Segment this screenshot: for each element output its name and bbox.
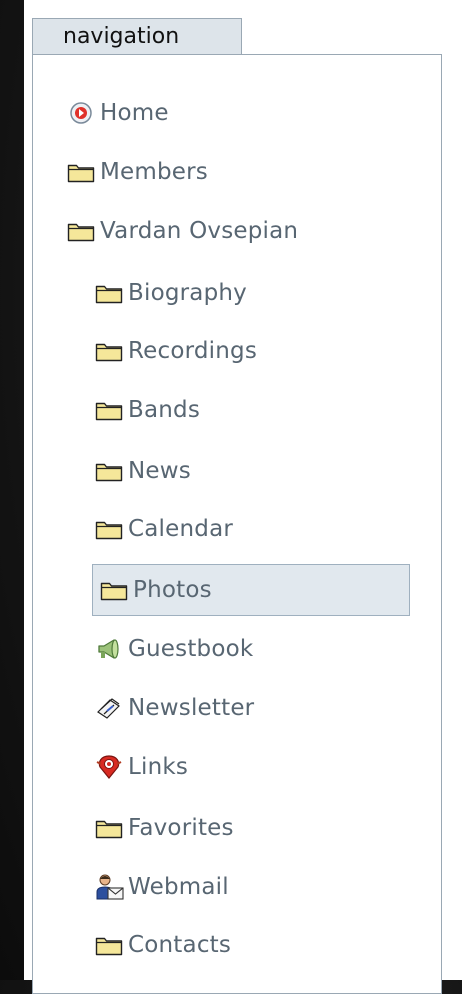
nav-item-label: Vardan Ovsepian xyxy=(100,218,299,244)
nav-item-label: News xyxy=(128,458,191,484)
folder-icon xyxy=(94,338,124,364)
nav-item-label: Newsletter xyxy=(128,695,255,721)
folder-icon xyxy=(99,577,129,603)
nav-item-label: Bands xyxy=(128,397,201,423)
nav-item-label: Photos xyxy=(133,577,212,603)
nav-item-favorites[interactable]: Favorites xyxy=(94,811,234,845)
nav-item-label: Calendar xyxy=(128,516,234,542)
nav-item-biography[interactable]: Biography xyxy=(94,276,247,310)
webmail-icon xyxy=(94,874,124,900)
nav-item-label: Guestbook xyxy=(128,636,254,662)
nav-item-webmail[interactable]: Webmail xyxy=(94,870,229,904)
nav-item-contacts[interactable]: Contacts xyxy=(94,928,231,962)
nav-item-label: Home xyxy=(100,100,169,126)
nav-item-newsletter[interactable]: Newsletter xyxy=(94,691,254,725)
nav-item-bands[interactable]: Bands xyxy=(94,393,200,427)
home-icon xyxy=(66,100,96,126)
nav-item-label: Links xyxy=(128,754,189,780)
folder-icon xyxy=(94,516,124,542)
nav-item-news[interactable]: News xyxy=(94,454,191,488)
folder-icon xyxy=(94,458,124,484)
nav-item-label: Webmail xyxy=(128,874,229,900)
nav-item-links[interactable]: Links xyxy=(94,750,188,784)
nav-item-label: Members xyxy=(100,159,208,185)
folder-icon xyxy=(66,159,96,185)
nav-item-photos[interactable]: Photos xyxy=(92,564,410,616)
nav-item-vardan-ovsepian[interactable]: Vardan Ovsepian xyxy=(66,214,298,248)
nav-item-members[interactable]: Members xyxy=(66,155,208,189)
nav-item-calendar[interactable]: Calendar xyxy=(94,512,233,546)
folder-icon xyxy=(66,218,96,244)
folder-icon xyxy=(94,280,124,306)
nav-item-label: Favorites xyxy=(128,815,234,841)
nav-item-home[interactable]: Home xyxy=(66,96,169,130)
megaphone-icon xyxy=(94,636,124,662)
nav-item-label: Biography xyxy=(128,280,247,306)
folder-icon xyxy=(94,397,124,423)
navigation-panel: navigation Home Members Vardan Ovsepian … xyxy=(24,0,462,994)
folder-icon xyxy=(94,932,124,958)
nav-item-recordings[interactable]: Recordings xyxy=(94,334,257,368)
links-icon xyxy=(94,754,124,780)
nav-item-guestbook[interactable]: Guestbook xyxy=(94,632,253,666)
navigation-tab: navigation xyxy=(32,18,242,54)
folder-icon xyxy=(94,815,124,841)
nav-item-label: Contacts xyxy=(128,932,232,958)
newsletter-icon xyxy=(94,695,124,721)
nav-item-label: Recordings xyxy=(128,338,258,364)
